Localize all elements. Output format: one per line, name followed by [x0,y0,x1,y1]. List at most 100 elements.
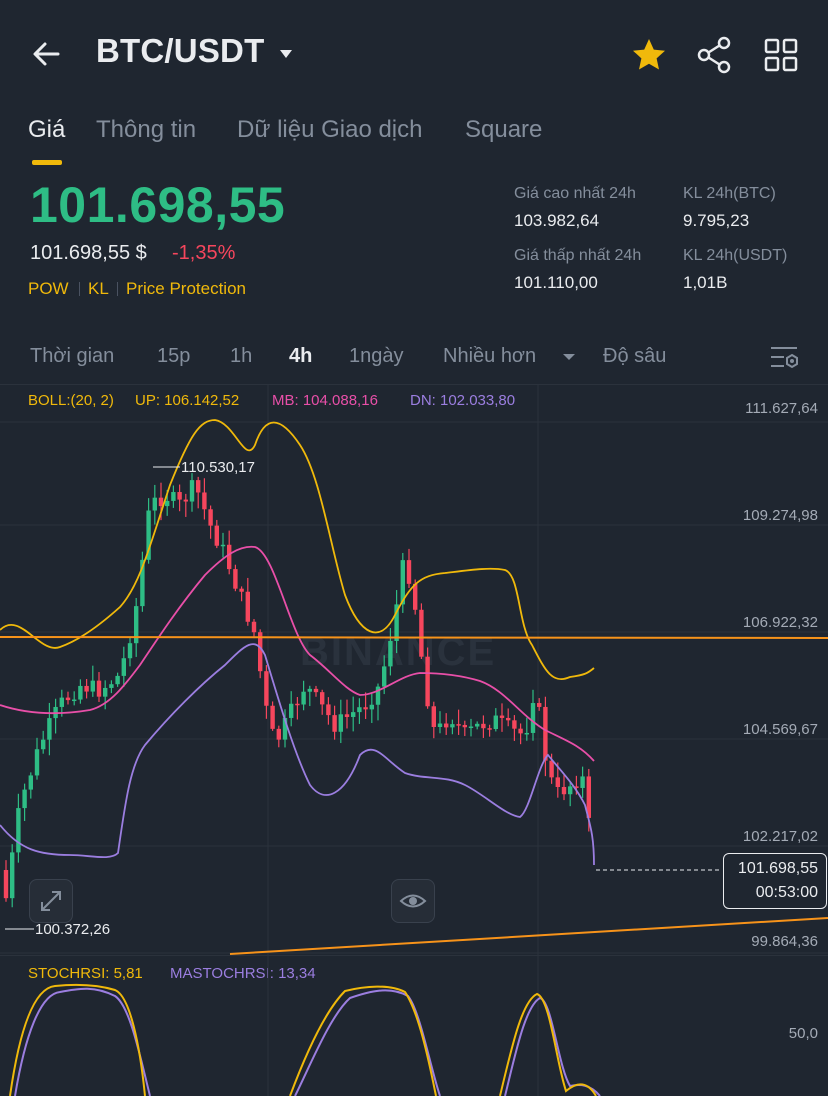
interval-more[interactable]: Nhiều hơn [443,345,536,368]
stat-vol-btc-value: 9.795,23 [683,211,750,230]
candle-body [413,583,418,610]
tab-price[interactable]: Giá [28,116,65,144]
candle-body [59,697,64,707]
y-axis-label: 111.627,64 [745,400,818,417]
star-icon[interactable] [628,34,670,76]
eye-icon [399,894,427,908]
candle-body [251,621,257,633]
candle-body [561,787,567,795]
y-axis-label: 104.569,67 [742,721,818,738]
candle-body [47,718,52,740]
stochrsi-chart [9,956,601,1096]
candle-body [363,707,368,710]
boll-dn-label: DN: 102.033,80 [410,392,516,409]
tag-price-protection[interactable]: Price Protection [126,279,246,299]
candle-body [115,675,120,685]
tab-trading-data[interactable]: Dữ liệu Giao dịch [237,116,422,144]
boll-middle-line [0,545,595,762]
grid-icon[interactable] [760,34,802,76]
candle-body [351,712,356,717]
candle-body [487,728,492,730]
candle-body [183,499,188,502]
tag-divider [117,282,118,296]
candle-body [512,720,517,729]
candle-body [419,609,424,657]
share-icon[interactable] [694,34,736,76]
candles [3,473,591,908]
candle-body [10,852,15,899]
candle-body [568,786,573,795]
candle-body [406,560,412,584]
candle-body [580,776,585,788]
candle-body [109,684,114,688]
candle-body [289,703,294,718]
y-axis-label: 99.864,36 [751,933,818,950]
candle-body [481,723,486,729]
boll-lower-line [0,643,595,866]
candle-body [357,707,362,713]
candle-body [530,703,536,733]
stat-high-value: 103.982,64 [514,211,600,230]
candle-body [431,706,436,728]
interval-15m[interactable]: 15p [157,345,190,368]
candle-body [307,688,312,692]
candle-body [475,723,480,727]
stat-vol-btc-label: KL 24h(BTC) [683,185,776,202]
candle-body [214,525,219,546]
candle-body [171,492,176,501]
active-tab-indicator [32,160,62,165]
candle-body [537,703,542,707]
chevron-down-icon[interactable] [276,44,296,64]
candle-body [127,643,133,659]
interval-time[interactable]: Thời gian [30,345,114,368]
candle-body [549,760,554,778]
candle-body [382,666,387,687]
candle-body [84,685,89,692]
interval-4h[interactable]: 4h [289,345,312,368]
candle-body [233,569,238,589]
candle-body [22,789,27,809]
candle-body [41,739,46,750]
last-price-box[interactable]: 101.698,55 00:53:00 [723,853,827,909]
mastochrsi-line [14,987,601,1096]
support-trendline [229,917,828,955]
tag-kl[interactable]: KL [88,279,109,299]
candle-body [326,704,331,716]
tab-info[interactable]: Thông tin [96,116,196,144]
chevron-down-icon[interactable] [560,348,578,366]
candle-body [338,714,343,732]
candle-body [344,714,350,717]
boll-label: BOLL:(20, 2) [28,392,114,409]
candle-body [320,692,325,705]
candle-body [332,715,337,732]
boll-mb-label: MB: 104.088,16 [272,392,378,409]
candle-body [506,717,511,721]
candle-body [96,680,102,697]
candlestick-chart[interactable] [0,385,828,955]
candle-body [208,509,213,526]
bollinger-bands [0,419,595,866]
interval-depth[interactable]: Độ sâu [603,345,666,368]
candle-body [270,705,275,729]
tag-pow[interactable]: POW [28,279,69,299]
y-axis-label: 102.217,02 [742,828,818,845]
tab-square[interactable]: Square [465,116,542,144]
chart-settings-icon[interactable] [768,342,800,372]
interval-1d[interactable]: 1ngày [349,345,404,368]
interval-1h[interactable]: 1h [230,345,252,368]
expand-button[interactable] [29,879,73,923]
candle-body [165,500,170,507]
candle-body [543,706,548,761]
candle-body [121,658,126,676]
candle-body [34,749,40,776]
candle-body [468,726,474,729]
toggle-indicators-button[interactable] [391,879,435,923]
pair-title[interactable]: BTC/USDT [96,32,264,70]
candle-body [28,775,33,790]
last-price: 101.698,55 [30,177,286,233]
back-arrow-icon[interactable] [28,34,68,74]
candle-body [3,870,9,899]
stat-low-value: 101.110,00 [514,273,598,292]
candle-body [369,704,374,710]
candle-body [189,480,195,502]
